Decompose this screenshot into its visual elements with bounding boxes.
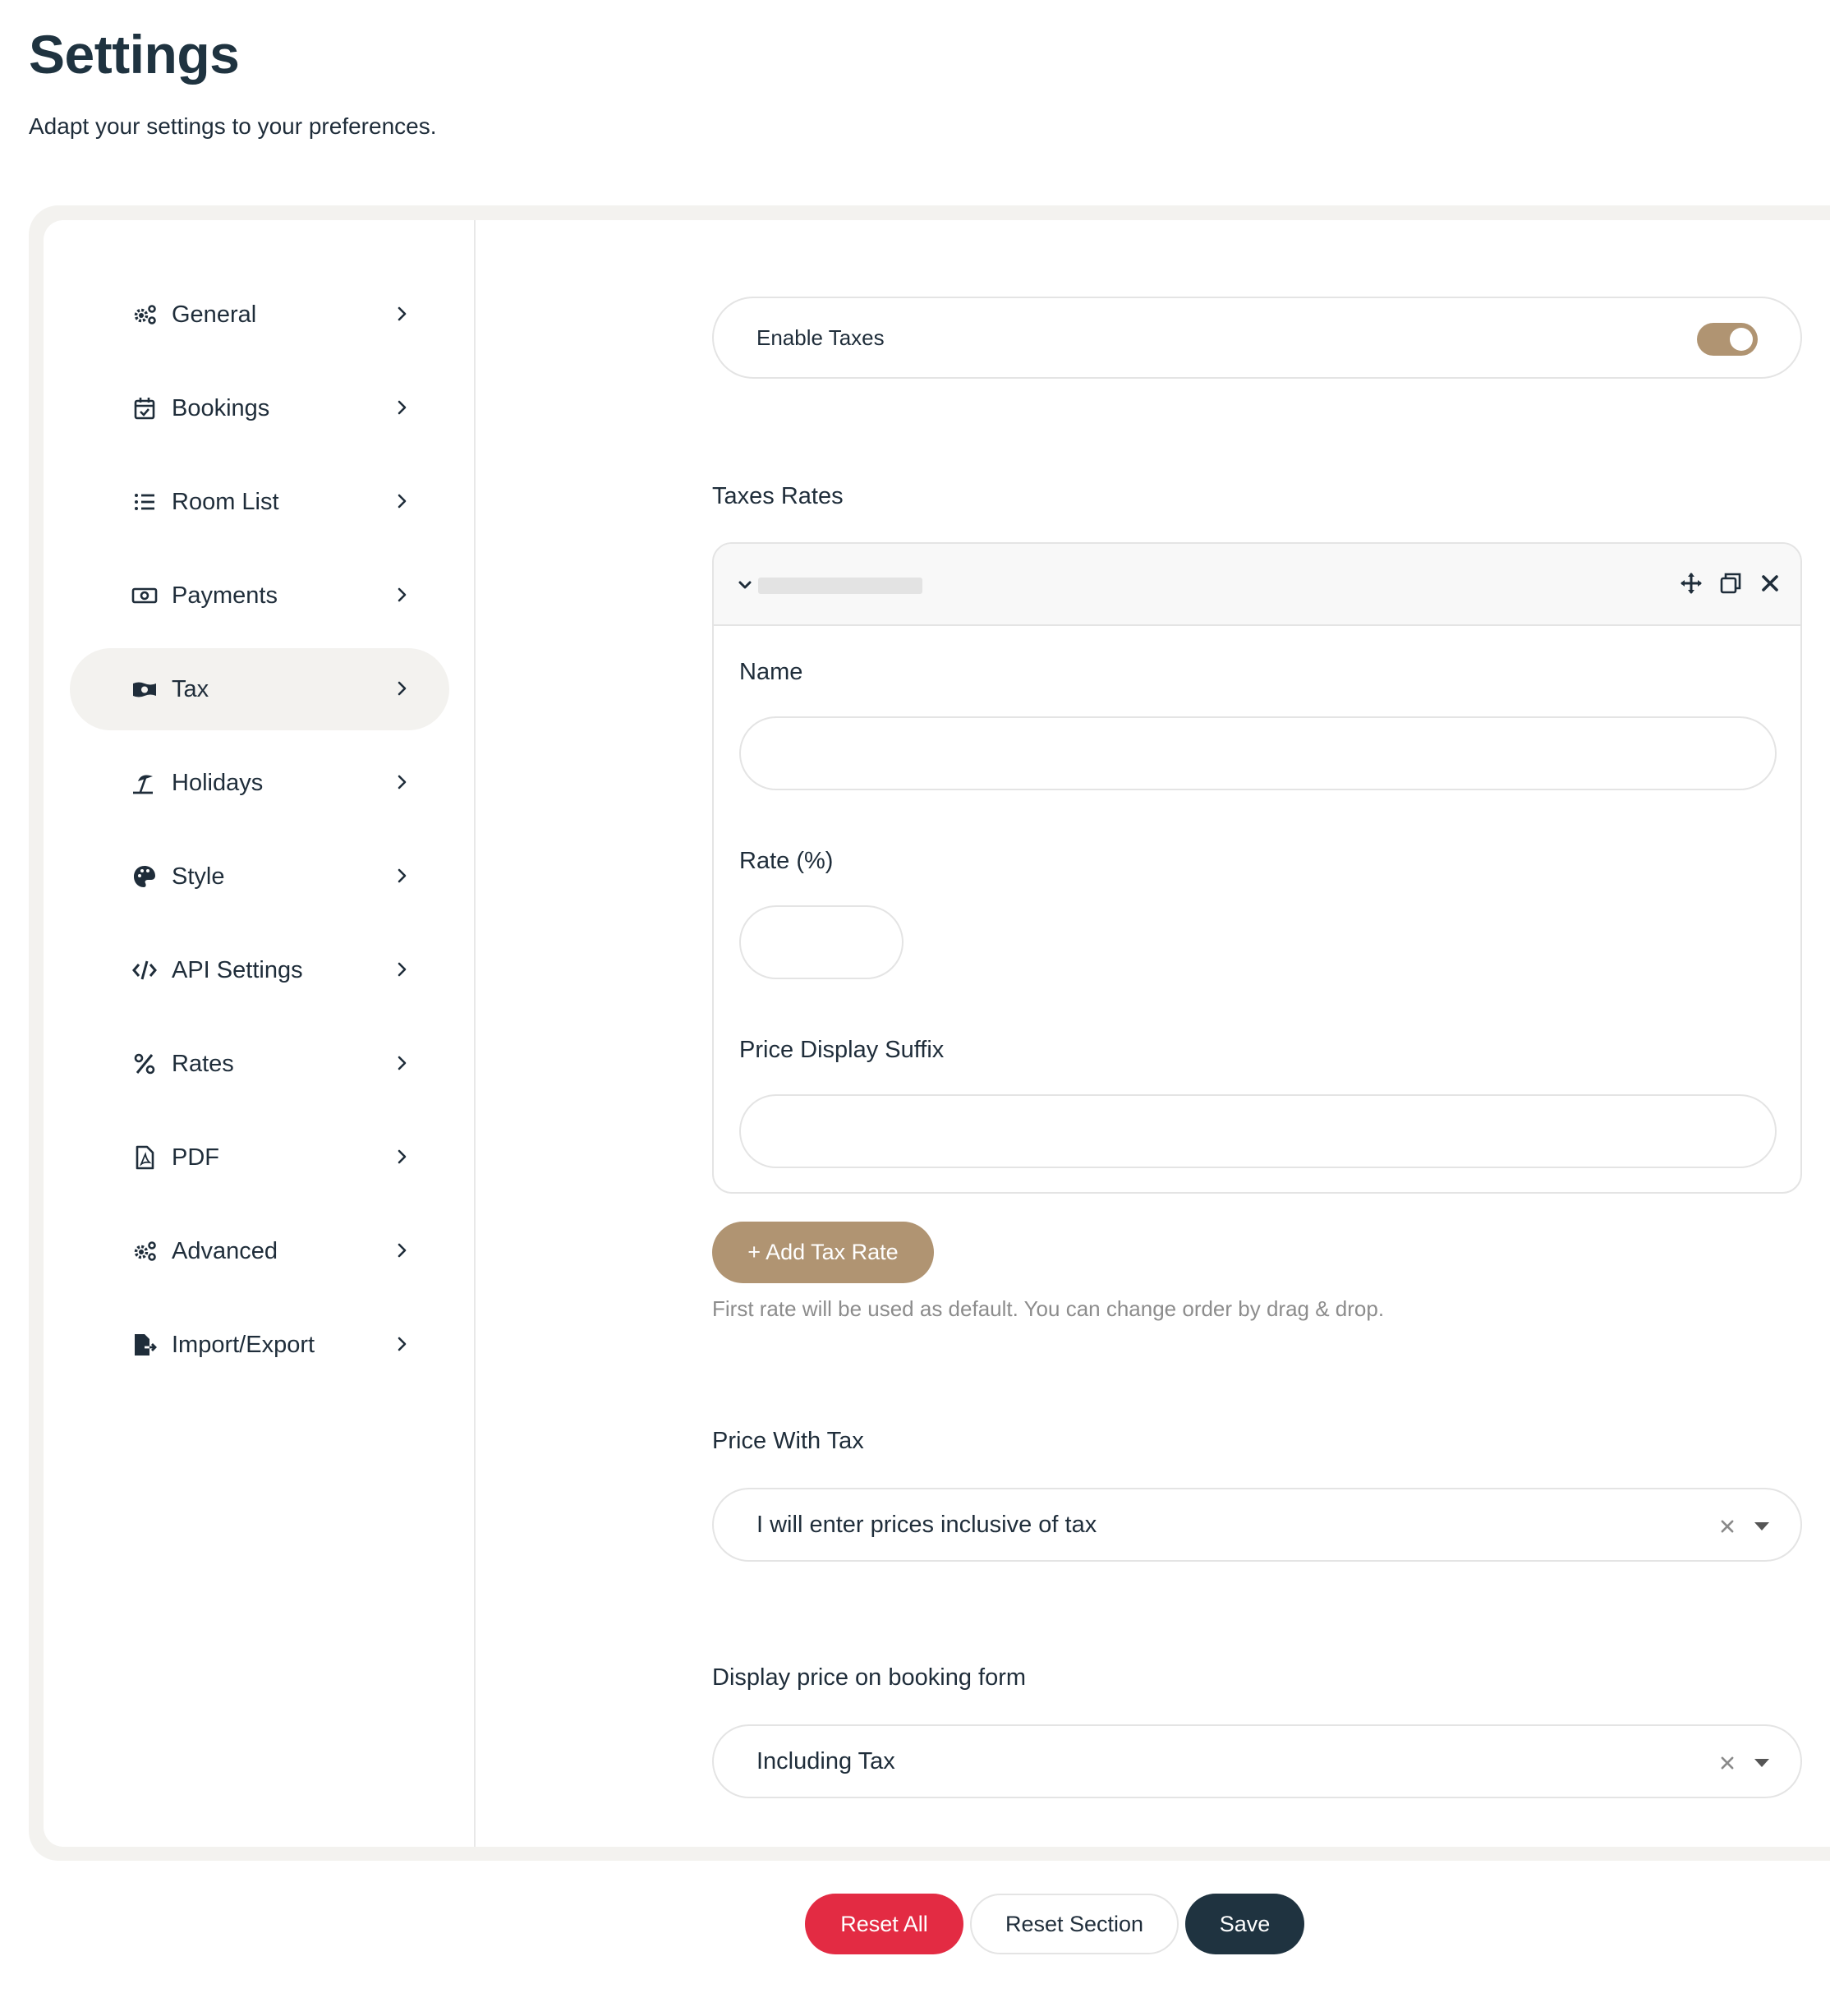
add-tax-rate-button[interactable]: + Add Tax Rate	[712, 1222, 934, 1283]
enable-taxes-row: Enable Taxes	[712, 297, 1802, 379]
gears-icon	[131, 1237, 159, 1265]
display-price-select[interactable]: Including Tax	[712, 1724, 1802, 1798]
chevron-right-icon	[392, 491, 412, 511]
chevron-right-icon	[392, 585, 412, 605]
code-icon	[131, 956, 159, 984]
sidebar-item-room-list[interactable]: Room List	[70, 461, 449, 543]
page-subtitle: Adapt your settings to your preferences.	[29, 113, 437, 139]
chevron-right-icon	[392, 1334, 412, 1354]
display-price-label: Display price on booking form	[712, 1664, 1027, 1691]
select-value: I will enter prices inclusive of tax	[756, 1511, 1097, 1538]
move-icon[interactable]	[1679, 570, 1704, 596]
sidebar-item-pdf[interactable]: PDF	[70, 1116, 449, 1199]
price-display-suffix-input[interactable]	[739, 1094, 1777, 1168]
rate-label: Rate (%)	[739, 848, 834, 874]
caret-down-icon	[1753, 1757, 1771, 1769]
chevron-right-icon	[392, 1147, 412, 1167]
chevron-right-icon	[392, 772, 412, 792]
row-actions	[1679, 570, 1782, 596]
chevron-right-icon	[392, 679, 412, 698]
file-export-icon	[131, 1331, 159, 1359]
chevron-down-icon[interactable]	[735, 575, 755, 595]
sidebar-item-style[interactable]: Style	[70, 835, 449, 918]
chevron-right-icon	[392, 1053, 412, 1073]
toggle-knob	[1730, 328, 1753, 351]
sidebar-item-import-export[interactable]: Import/Export	[70, 1304, 449, 1386]
chevron-right-icon	[392, 960, 412, 979]
umbrella-beach-icon	[131, 769, 159, 797]
name-label: Name	[739, 659, 803, 685]
sidebar-item-rates[interactable]: Rates	[70, 1023, 449, 1105]
name-input[interactable]	[739, 716, 1777, 790]
price-with-tax-select[interactable]: I will enter prices inclusive of tax	[712, 1488, 1802, 1562]
chevron-right-icon	[392, 398, 412, 417]
duplicate-icon[interactable]	[1718, 570, 1743, 596]
clear-icon[interactable]	[1717, 1752, 1738, 1774]
caret-down-icon	[1753, 1521, 1771, 1532]
gears-icon	[131, 301, 159, 329]
clear-icon[interactable]	[1717, 1516, 1738, 1537]
money-bill-wave-icon	[131, 675, 159, 703]
chevron-right-icon	[392, 1240, 412, 1260]
price-with-tax-label: Price With Tax	[712, 1428, 864, 1454]
close-icon[interactable]	[1758, 570, 1782, 596]
reset-all-button[interactable]: Reset All	[805, 1894, 963, 1954]
enable-taxes-toggle[interactable]	[1697, 323, 1758, 356]
rate-input[interactable]	[739, 905, 904, 979]
file-pdf-icon	[131, 1144, 159, 1171]
sidebar-item-api-settings[interactable]: API Settings	[70, 929, 449, 1011]
price-display-suffix-label: Price Display Suffix	[739, 1037, 945, 1063]
row-title-placeholder	[758, 578, 922, 594]
sidebar-item-bookings[interactable]: Bookings	[70, 367, 449, 449]
chevron-right-icon	[392, 866, 412, 886]
sidebar-divider	[474, 220, 476, 1847]
save-button[interactable]: Save	[1185, 1894, 1304, 1954]
sidebar-item-general[interactable]: General	[70, 274, 449, 356]
sidebar-item-tax[interactable]: Tax	[70, 648, 449, 730]
reset-section-button[interactable]: Reset Section	[970, 1894, 1179, 1954]
tax-rate-row-header	[714, 544, 1800, 626]
chevron-right-icon	[392, 304, 412, 324]
list-icon	[131, 488, 159, 516]
calendar-check-icon	[131, 394, 159, 422]
palette-icon	[131, 863, 159, 891]
tax-rates-label: Taxes Rates	[712, 483, 844, 509]
percent-icon	[131, 1050, 159, 1078]
select-value: Including Tax	[756, 1747, 895, 1774]
page-title: Settings	[29, 24, 240, 85]
sidebar-item-holidays[interactable]: Holidays	[70, 742, 449, 824]
sidebar-item-payments[interactable]: Payments	[70, 555, 449, 637]
tax-rates-help-text: First rate will be used as default. You …	[712, 1296, 1385, 1321]
money-bill-icon	[131, 582, 159, 610]
tax-rate-repeater: Name Rate (%) Price Display Suffix	[712, 542, 1802, 1194]
enable-taxes-label: Enable Taxes	[756, 324, 885, 350]
sidebar-item-advanced[interactable]: Advanced	[70, 1210, 449, 1292]
